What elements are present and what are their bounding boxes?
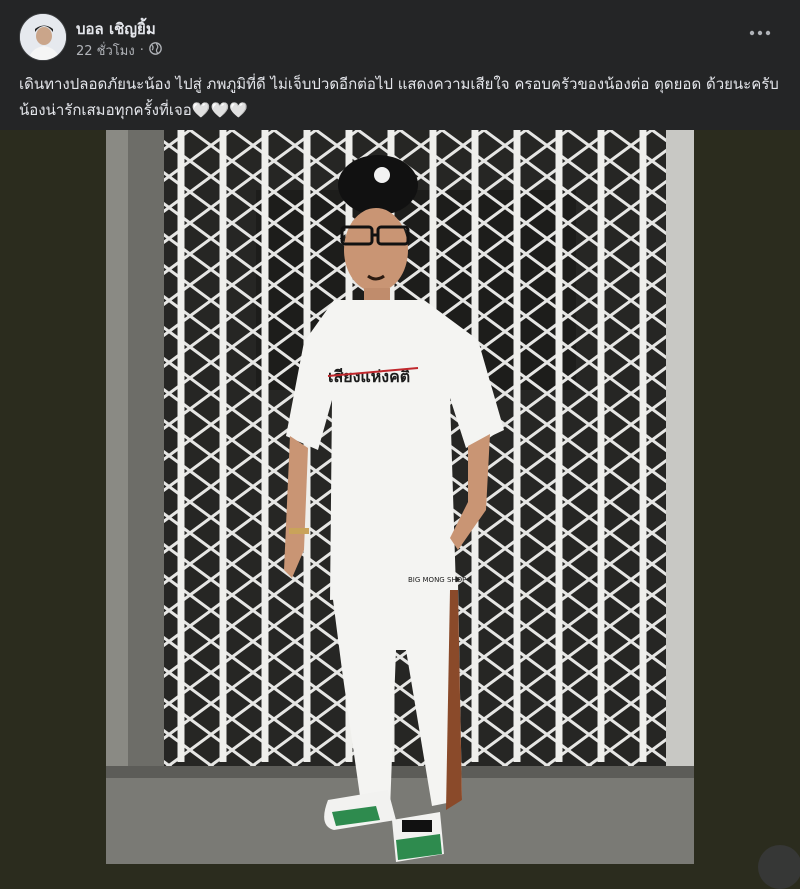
- post-meta: 22 ชั่วโมง ·: [76, 40, 162, 61]
- author-name[interactable]: บอล เชิญยิ้ม: [76, 17, 156, 41]
- avatar[interactable]: [19, 13, 67, 61]
- photo-container: เสียงแห่งคติ BIG MONG SHOP: [0, 130, 800, 864]
- post-text: เดินทางปลอดภัยนะน้อง ไปสู่ ภพภูมิที่ดี ไ…: [19, 75, 779, 119]
- more-options-icon[interactable]: [745, 22, 775, 46]
- globe-icon: [149, 42, 162, 59]
- post-photo[interactable]: เสียงแห่งคติ BIG MONG SHOP: [106, 130, 694, 864]
- post-header: บอล เชิญยิ้ม 22 ชั่วโมง · เดินทางปลอดภัย…: [0, 0, 800, 130]
- meta-separator: ·: [139, 43, 144, 58]
- timestamp[interactable]: 22 ชั่วโมง: [76, 40, 135, 61]
- scroll-button[interactable]: [758, 845, 800, 889]
- pants-print: BIG MONG SHOP: [408, 576, 466, 584]
